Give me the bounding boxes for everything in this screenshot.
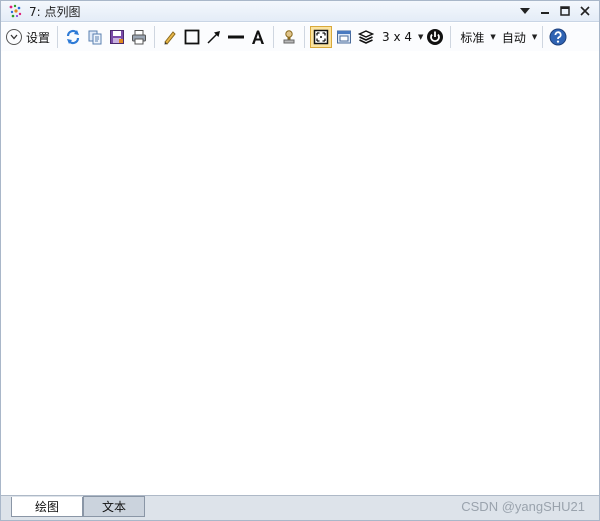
tab-text-label: 文本 (101, 500, 126, 514)
refresh-button[interactable] (63, 25, 83, 49)
copy-button[interactable] (85, 25, 105, 49)
fit-to-window-button[interactable] (310, 26, 333, 48)
print-button[interactable] (129, 25, 149, 49)
close-button[interactable] (577, 3, 593, 19)
line-tool-button[interactable] (226, 25, 246, 49)
bottom-tab-bar: 绘图 文本 CSDN @yangSHU21 (1, 495, 599, 520)
toolbar-divider (304, 26, 306, 48)
standard-dropdown[interactable]: 标准 ▼ (456, 25, 495, 49)
plot-canvas[interactable] (5, 53, 595, 494)
window-title: 7: 点列图 (29, 4, 81, 19)
arrow-icon (207, 31, 221, 44)
text-icon (252, 30, 265, 44)
help-icon (549, 28, 567, 46)
caret-down-icon: ▼ (490, 33, 496, 41)
text-tool-button[interactable] (248, 25, 268, 49)
tab-text[interactable]: 文本 (83, 496, 145, 517)
rectangle-tool-button[interactable] (182, 25, 202, 49)
minimize-button[interactable] (537, 3, 553, 19)
power-button[interactable] (425, 25, 445, 49)
title-bar: 7: 点列图 (1, 1, 599, 22)
spot-diagram-app-icon (9, 4, 22, 18)
tab-graph-label: 绘图 (34, 500, 59, 514)
layers-icon (358, 30, 375, 44)
settings-label: 设置 (26, 30, 51, 45)
stamp-icon (283, 30, 295, 44)
pencil-tool-button[interactable] (160, 25, 180, 49)
refresh-icon (66, 29, 80, 45)
toolbar: 设置 3 x 4 ▼ 标准 ▼ 自动 ▼ (1, 23, 599, 51)
caret-down-icon: ▼ (531, 33, 538, 41)
auto-dropdown[interactable]: 自动 ▼ (498, 25, 537, 49)
settings-button[interactable]: 设置 (2, 25, 52, 49)
chevron-down-icon (6, 29, 22, 45)
standard-dropdown-label: 标准 (460, 30, 485, 45)
fit-window-icon (313, 29, 329, 45)
printer-icon (132, 30, 147, 45)
window-view-button[interactable] (334, 25, 354, 49)
layout-dropdown[interactable]: 3 x 4 ▼ (378, 25, 423, 49)
toolbar-divider (273, 26, 275, 48)
maximize-button[interactable] (557, 3, 573, 19)
watermark: CSDN @yangSHU21 (461, 499, 585, 514)
rectangle-icon (184, 29, 200, 45)
pencil-icon (164, 31, 176, 45)
copy-icon (88, 30, 102, 45)
toolbar-divider (57, 26, 59, 48)
toolbar-divider (154, 26, 156, 48)
toolbar-divider (542, 26, 544, 48)
window-icon (337, 30, 352, 44)
help-button[interactable] (548, 25, 568, 49)
window-menu-dropdown-icon[interactable] (517, 3, 533, 19)
save-button[interactable] (107, 25, 127, 49)
toolbar-divider (450, 26, 452, 48)
auto-dropdown-label: 自动 (501, 30, 526, 45)
arrow-tool-button[interactable] (204, 25, 224, 49)
layout-dropdown-label: 3 x 4 (382, 30, 413, 44)
line-icon (228, 35, 245, 39)
window: 7: 点列图 设置 3 x 4 ▼ 标准 ▼ 自动 ▼ 绘图 文本 CSDN @… (0, 0, 600, 521)
stamp-button[interactable] (279, 25, 299, 49)
power-icon (427, 29, 444, 45)
caret-down-icon: ▼ (418, 33, 424, 41)
layers-button[interactable] (356, 25, 376, 49)
save-icon (110, 30, 125, 44)
tab-graph[interactable]: 绘图 (11, 497, 83, 517)
